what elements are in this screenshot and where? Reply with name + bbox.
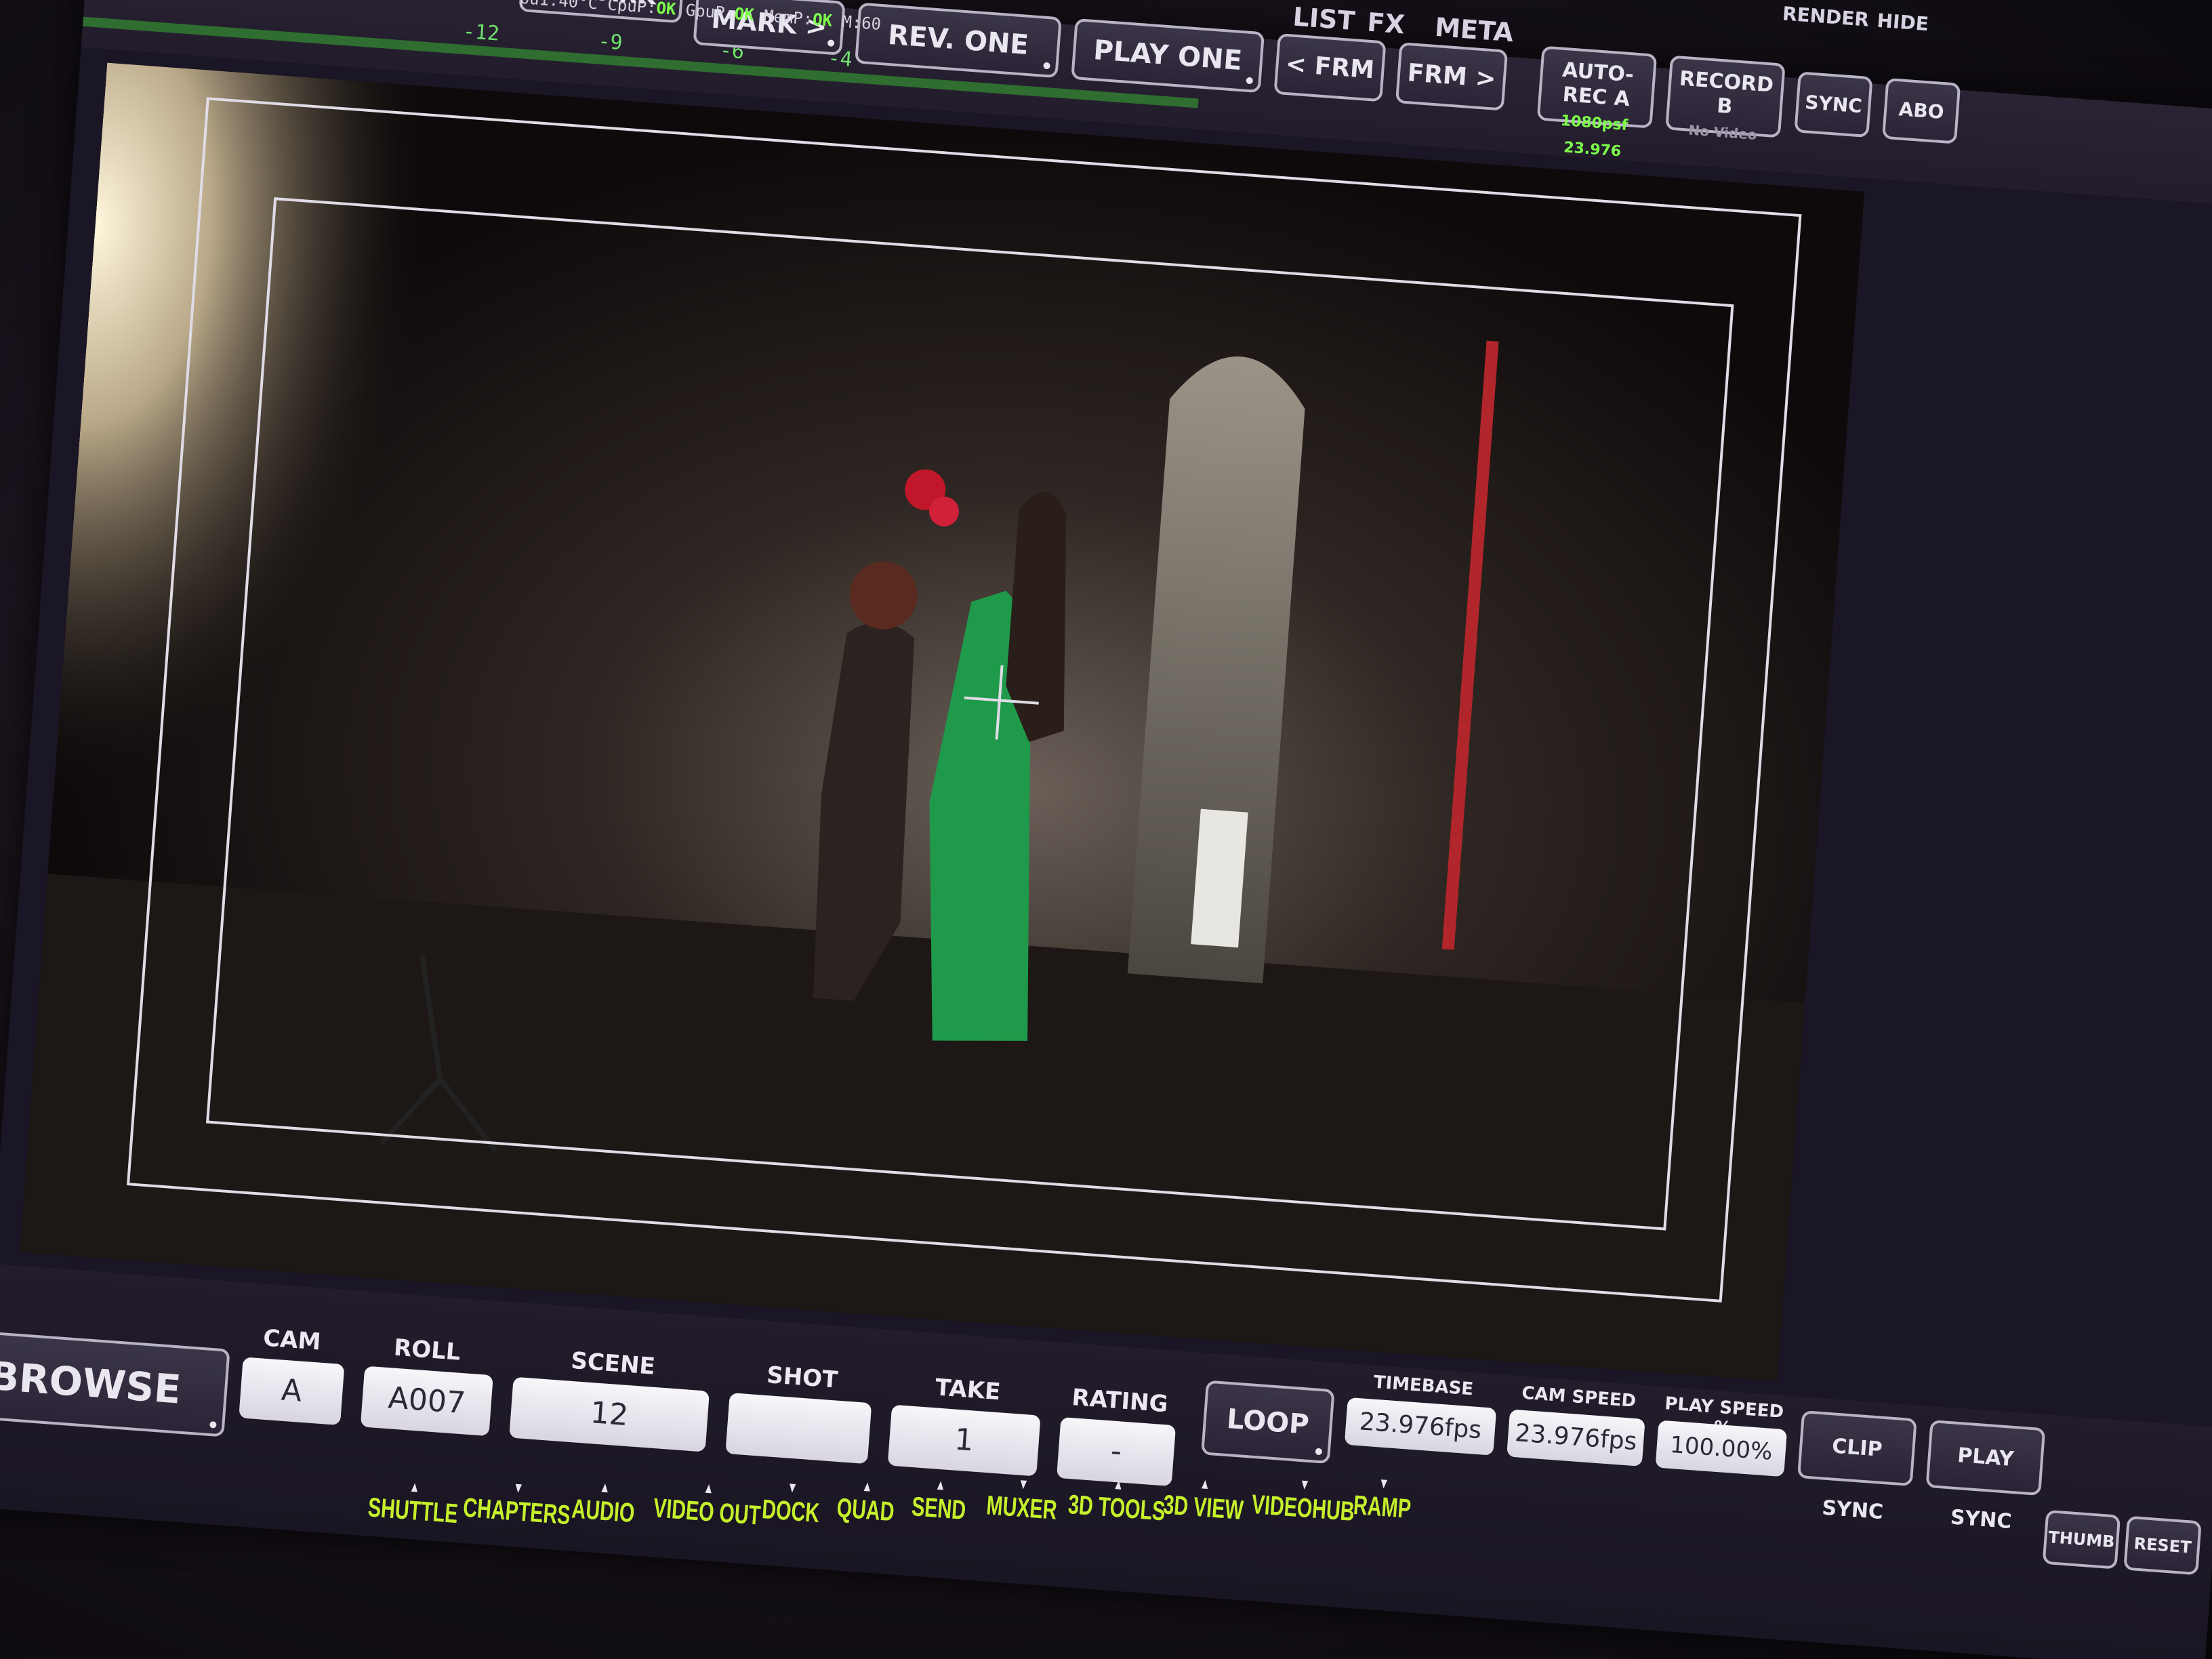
reset-button[interactable]: RESET (2123, 1515, 2202, 1576)
loop-button[interactable]: LOOP (1201, 1380, 1335, 1465)
cam-speed-label: CAM SPEED (1521, 1382, 1637, 1412)
menu-list[interactable]: LIST (1292, 2, 1356, 37)
tab-3d-tools[interactable]: ▲ 3D TOOLS (1067, 1472, 1167, 1527)
tab-chapters[interactable]: ▼ CHAPTERS (462, 1475, 573, 1531)
tab-muxer[interactable]: ▼ MUXER (985, 1473, 1059, 1525)
menu-render[interactable]: RENDER (1782, 2, 1870, 30)
tab-video-out[interactable]: ▲ VIDEO OUT (652, 1475, 762, 1531)
tab-videohub[interactable]: ▼ VIDEOHUB (1250, 1472, 1357, 1528)
clip-sync-button[interactable]: CLIP SYNC (1797, 1410, 1917, 1524)
auto-record-a-format: 1080psf 23.976 (1559, 112, 1629, 161)
record-b-button[interactable]: RECORD B No Video (1665, 55, 1786, 143)
indicator-dot-icon (1246, 77, 1254, 85)
indicator-dot-icon (1315, 1448, 1323, 1456)
previous-frame-button[interactable]: < FRM (1273, 33, 1387, 102)
menu-meta[interactable]: META (1434, 12, 1515, 47)
play-speed-field[interactable]: 100.00% (1655, 1420, 1788, 1477)
timebase-label: TIMEBASE (1372, 1372, 1475, 1400)
tab-shuttle[interactable]: ▲ SHUTTLE (367, 1475, 460, 1530)
browse-button[interactable]: BROWSE (0, 1328, 230, 1437)
roll-label: ROLL (392, 1334, 462, 1366)
tab-dock[interactable]: ▼ DOCK (761, 1477, 822, 1529)
rating-label: RATING (1071, 1384, 1169, 1418)
indicator-dot-icon (827, 39, 835, 47)
video-viewport[interactable] (20, 62, 1865, 1382)
meter-tick: -12 (462, 19, 501, 46)
cam-label: CAM (262, 1324, 322, 1356)
tab-quad[interactable]: ▲ QUAD (836, 1475, 897, 1528)
menu-hide[interactable]: HIDE (1877, 9, 1929, 35)
indicator-dot-icon (209, 1420, 217, 1429)
auto-record-a-button[interactable]: AUTO-REC A 1080psf 23.976 (1536, 45, 1658, 160)
about-button[interactable]: ABO (1881, 77, 1961, 144)
meter-tick: -9 (597, 29, 623, 56)
take-label: TAKE (934, 1374, 1002, 1406)
tab-ramp[interactable]: ▼ RAMP (1353, 1473, 1414, 1525)
cam-field[interactable]: A (239, 1357, 345, 1426)
timebase-field[interactable]: 23.976fps (1344, 1397, 1497, 1456)
next-frame-button[interactable]: FRM > (1395, 42, 1509, 111)
safe-area-guide (205, 197, 1734, 1231)
cam-speed-field[interactable]: 23.976fps (1507, 1409, 1645, 1467)
scene-label: SCENE (570, 1347, 657, 1380)
reverse-one-button[interactable]: REV. ONE (855, 2, 1062, 79)
play-one-button[interactable]: PLAY ONE (1071, 18, 1265, 94)
indicator-dot-icon (1043, 62, 1050, 70)
menu-fx[interactable]: FX (1366, 7, 1406, 40)
photo-background: -12 -9 -6 -4 < MARK MARK > REV. ONE PLAY… (0, 0, 2212, 1659)
shot-label: SHOT (765, 1361, 839, 1394)
sync-button[interactable]: SYNC (1794, 71, 1873, 138)
take-field[interactable]: 1 (887, 1404, 1041, 1477)
tab-3d-view[interactable]: ▲ 3D VIEW (1162, 1472, 1246, 1525)
play-sync-button[interactable]: PLAY SYNC (1925, 1419, 2046, 1534)
shot-field[interactable] (725, 1393, 872, 1465)
scene-field[interactable]: 12 (509, 1376, 710, 1452)
tab-send[interactable]: ▲ SEND (911, 1474, 968, 1526)
roll-field[interactable]: A007 (360, 1366, 493, 1437)
tab-audio[interactable]: ▲ AUDIO (571, 1477, 637, 1530)
record-b-status: No Video (1687, 121, 1758, 144)
thumb-button[interactable]: THUMB (2042, 1509, 2121, 1570)
monitor-screen: -12 -9 -6 -4 < MARK MARK > REV. ONE PLAY… (0, 0, 2212, 1659)
